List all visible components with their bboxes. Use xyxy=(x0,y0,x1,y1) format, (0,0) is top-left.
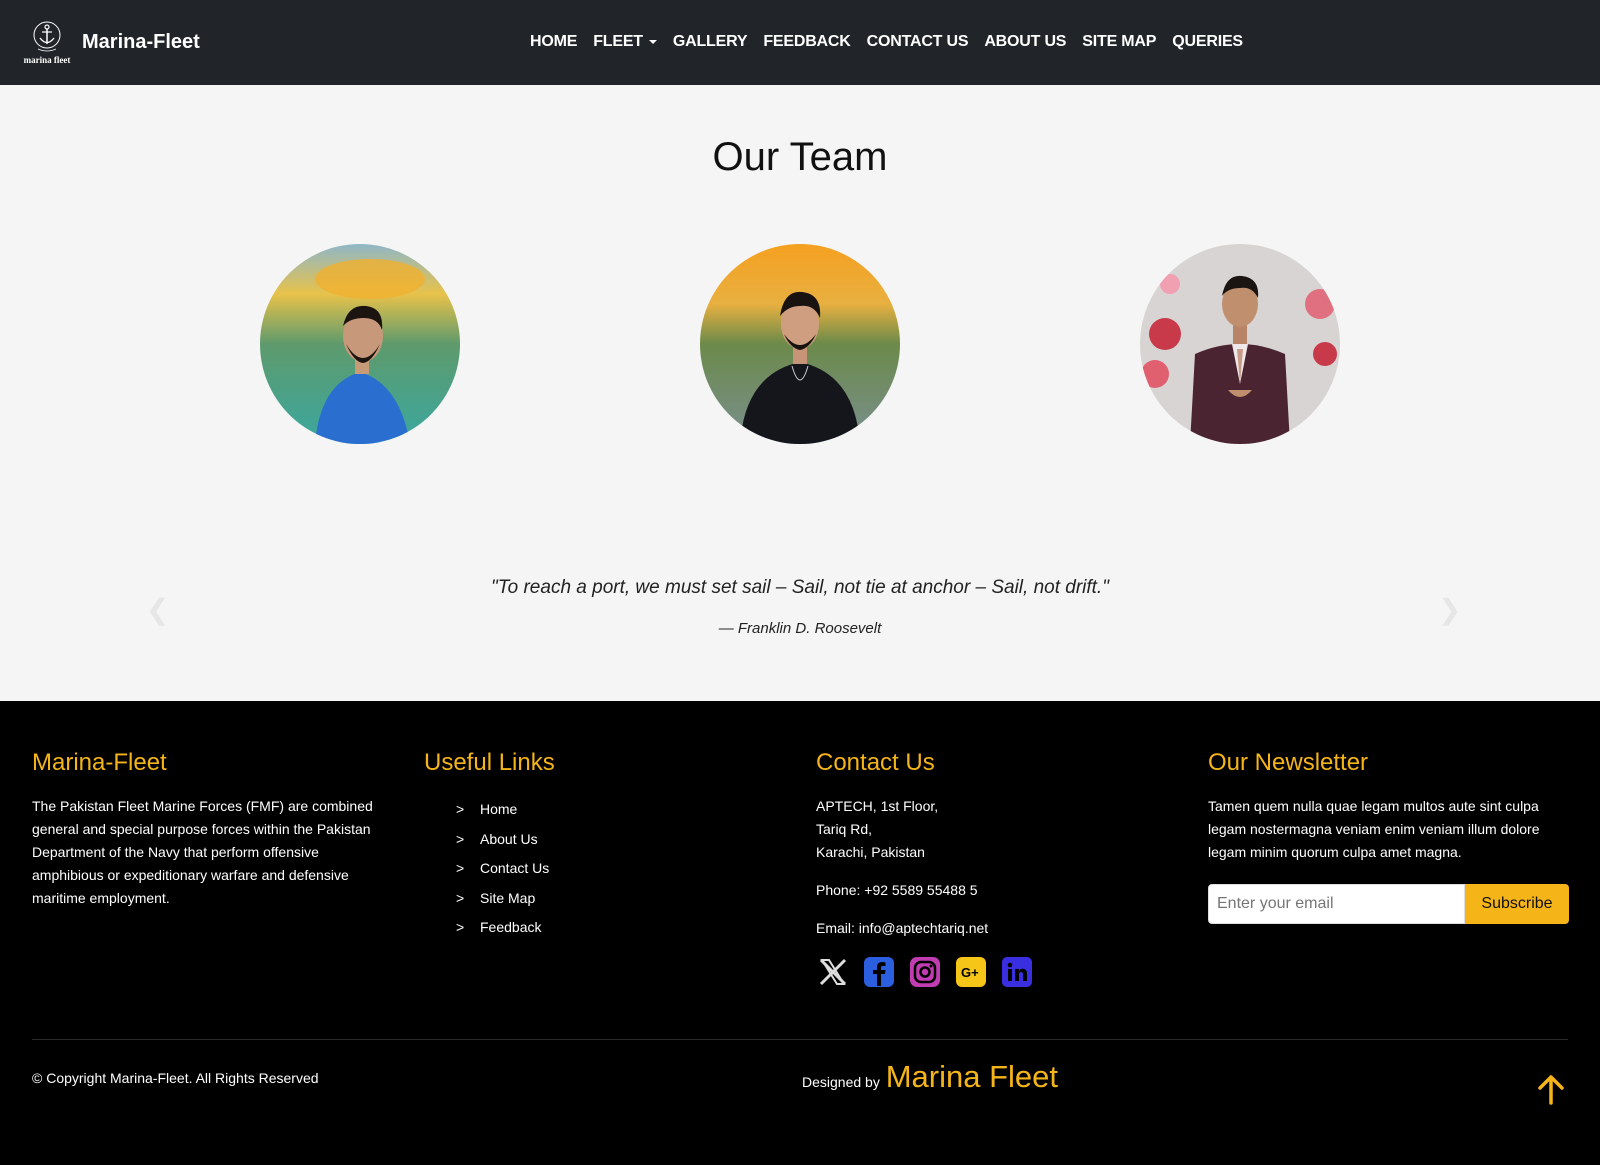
footer-link-feedback[interactable]: > Feedback xyxy=(456,913,724,943)
linkedin-icon[interactable] xyxy=(1000,955,1034,989)
footer-links: Useful Links > Home > About Us > Contact Us… xyxy=(424,749,724,943)
team-member-photo xyxy=(260,244,460,444)
facebook-icon[interactable] xyxy=(862,955,896,989)
email-input[interactable] xyxy=(1208,884,1465,924)
newsletter-form: Subscribe xyxy=(1208,884,1569,924)
nav-feedback[interactable]: FEEDBACK xyxy=(763,33,850,51)
footer-link-label: Contact Us xyxy=(480,860,550,876)
google-plus-icon[interactable]: G+ xyxy=(954,955,988,989)
navbar: marina fleet Marina-Fleet HOME FLEET GAL… xyxy=(0,0,1600,85)
footer-about-text: The Pakistan Fleet Marine Forces (FMF) a… xyxy=(32,798,373,906)
phone-text: Phone: +92 5589 55488 5 xyxy=(816,882,978,898)
brand-name[interactable]: Marina-Fleet xyxy=(82,31,200,54)
nav-gallery[interactable]: GALLERY xyxy=(673,33,748,51)
footer-divider xyxy=(32,1039,1568,1040)
brand[interactable]: marina fleet Marina-Fleet xyxy=(16,12,200,72)
chevron-right-icon: > xyxy=(456,801,465,817)
email-text: Email: info@aptechtariq.net xyxy=(816,920,989,936)
section-title: Our Team xyxy=(712,135,888,179)
footer-newsletter: Our Newsletter Tamen quem nulla quae leg… xyxy=(1208,749,1570,924)
copyright-text: © Copyright Marina-Fleet. All Rights Res… xyxy=(32,1070,319,1086)
subscribe-button[interactable]: Subscribe xyxy=(1465,884,1569,924)
footer-link-home[interactable]: > Home xyxy=(456,795,724,825)
nav-site-map[interactable]: SITE MAP xyxy=(1082,33,1156,51)
footer-contact-title: Contact Us xyxy=(816,749,935,776)
footer-links-title: Useful Links xyxy=(424,749,555,776)
footer: Marina-Fleet The Pakistan Fleet Marine F… xyxy=(0,701,1600,1165)
designed-by: Designed by Marina Fleet xyxy=(802,1059,1058,1095)
newsletter-text: Tamen quem nulla quae legam multos aute … xyxy=(1208,798,1540,860)
nav-menu: HOME FLEET GALLERY FEEDBACK CONTACT US A… xyxy=(530,33,1259,51)
nav-queries[interactable]: QUERIES xyxy=(1172,33,1243,51)
address-line: Karachi, Pakistan xyxy=(816,844,925,860)
footer-about: Marina-Fleet The Pakistan Fleet Marine F… xyxy=(32,749,392,910)
anchor-logo-icon xyxy=(33,21,61,52)
instagram-icon[interactable] xyxy=(908,955,942,989)
address-line: Tariq Rd, xyxy=(816,821,873,837)
newsletter-title: Our Newsletter xyxy=(1208,749,1369,776)
footer-about-title: Marina-Fleet xyxy=(32,749,167,776)
designer-name[interactable]: Marina Fleet xyxy=(886,1059,1058,1094)
footer-link-contact[interactable]: > Contact Us xyxy=(456,854,724,884)
team-quote: "To reach a port, we must set sail – Sai… xyxy=(491,577,1109,598)
footer-link-sitemap[interactable]: > Site Map xyxy=(456,884,724,914)
social-links: G+ xyxy=(816,955,1116,989)
nav-fleet-dropdown[interactable]: FLEET xyxy=(593,33,657,51)
designed-by-label: Designed by xyxy=(802,1074,880,1090)
footer-link-label: Feedback xyxy=(480,919,542,935)
svg-text:G+: G+ xyxy=(961,965,979,980)
x-icon[interactable] xyxy=(816,955,850,989)
footer-link-label: Home xyxy=(480,801,518,817)
nav-home[interactable]: HOME xyxy=(530,33,577,51)
address-line: APTECH, 1st Floor, xyxy=(816,798,939,814)
quote-author: — Franklin D. Roosevelt xyxy=(718,620,882,637)
chevron-right-icon: > xyxy=(456,830,465,847)
nav-fleet-label: FLEET xyxy=(593,33,643,50)
team-member-photo xyxy=(1140,244,1340,444)
logo: marina fleet xyxy=(16,12,78,72)
chevron-right-icon: > xyxy=(456,860,465,876)
footer-link-label: About Us xyxy=(480,830,538,847)
nav-about-us[interactable]: ABOUT US xyxy=(984,33,1066,51)
team-member-photo xyxy=(700,244,900,444)
chevron-right-icon: > xyxy=(456,889,465,906)
arrow-up-icon[interactable] xyxy=(1537,1073,1565,1105)
footer-link-about[interactable]: > About Us xyxy=(456,825,724,855)
logo-text: marina fleet xyxy=(23,55,71,65)
chevron-right-icon: > xyxy=(456,919,465,935)
nav-contact-us[interactable]: CONTACT US xyxy=(867,33,969,51)
team-section: Our Team ❮ ❯ "To reach a port, we must s… xyxy=(0,85,1600,701)
footer-link-label: Site Map xyxy=(480,889,536,906)
footer-contact: Contact Us APTECH, 1st Floor, Tariq Rd, … xyxy=(816,749,1116,989)
caret-down-icon xyxy=(648,39,657,44)
